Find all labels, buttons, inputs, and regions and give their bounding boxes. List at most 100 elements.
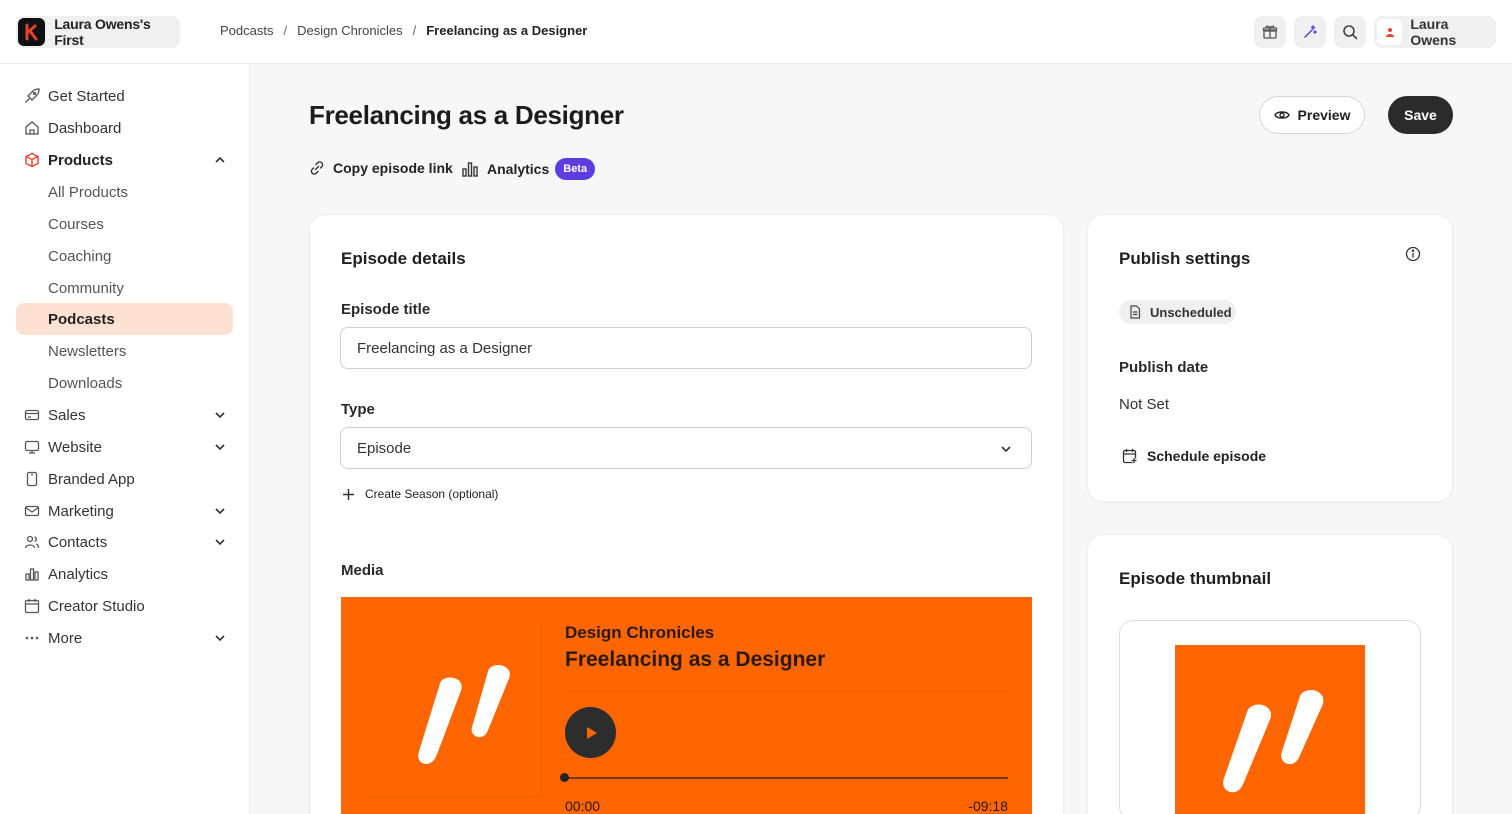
sidebar: Get Started Dashboard Products All Produ… [0, 64, 250, 814]
sidebar-item-podcasts[interactable]: Podcasts [16, 303, 233, 335]
breadcrumb-current: Freelancing as a Designer [426, 23, 588, 38]
chevron-down-icon [215, 635, 225, 642]
sidebar-item-marketing[interactable]: Marketing [16, 495, 233, 527]
dots-icon [24, 630, 40, 646]
magic-wand-icon[interactable] [1294, 16, 1326, 48]
gift-icon[interactable] [1254, 16, 1286, 48]
sidebar-item-website[interactable]: Website [16, 431, 233, 463]
breadcrumb-show[interactable]: Design Chronicles [297, 23, 403, 38]
sidebar-item-label: Creator Studio [48, 597, 145, 615]
create-season-label: Create Season (optional) [365, 487, 499, 501]
sidebar-item-label: More [48, 629, 83, 647]
create-season-button[interactable]: Create Season (optional) [342, 487, 498, 501]
play-button[interactable] [565, 707, 616, 758]
breadcrumb-separator: / [283, 23, 288, 38]
sidebar-item-label: Courses [48, 215, 104, 233]
bar-chart-icon [462, 162, 478, 177]
save-button[interactable]: Save [1388, 96, 1453, 134]
sidebar-item-label: Contacts [48, 533, 108, 551]
status-badge: Unscheduled [1119, 300, 1236, 324]
sidebar-item-label: Dashboard [48, 119, 122, 137]
type-label: Type [341, 401, 375, 418]
top-bar: Laura Owens's First Podcasts / Design Ch… [0, 0, 1512, 64]
sidebar-item-label: Branded App [48, 470, 135, 488]
sidebar-item-label: All Products [48, 183, 129, 201]
document-icon [1130, 305, 1141, 319]
sidebar-item-newsletters[interactable]: Newsletters [16, 335, 233, 367]
publish-date-label: Publish date [1119, 359, 1209, 376]
info-icon[interactable] [1405, 246, 1421, 262]
status-badge-label: Unscheduled [1150, 304, 1232, 320]
sidebar-item-label: Community [48, 279, 124, 297]
media-label: Media [341, 562, 384, 579]
sidebar-item-all-products[interactable]: All Products [16, 176, 233, 208]
sidebar-item-downloads[interactable]: Downloads [16, 367, 233, 399]
user-menu[interactable]: Laura Owens [1374, 16, 1496, 48]
top-actions: Laura Owens [1254, 16, 1496, 48]
copy-episode-link[interactable]: Copy episode link [309, 160, 453, 176]
sidebar-item-label: Products [48, 151, 114, 169]
sidebar-item-get-started[interactable]: Get Started [16, 80, 233, 112]
sidebar-item-label: Marketing [48, 502, 114, 520]
link-icon [310, 161, 324, 175]
user-name: Laura Owens [1410, 16, 1457, 48]
type-select[interactable]: Episode [340, 427, 1032, 469]
episode-title-label: Episode title [341, 301, 431, 318]
sidebar-item-contacts[interactable]: Contacts [16, 526, 233, 558]
calendar-plus-icon [1122, 449, 1137, 464]
phone-icon [24, 471, 40, 487]
analytics-label: Analytics [487, 161, 550, 177]
sidebar-item-label: Coaching [48, 247, 112, 265]
breadcrumb-separator: / [412, 23, 417, 38]
sidebar-item-products[interactable]: Products [16, 144, 233, 176]
schedule-episode-button[interactable]: Schedule episode [1122, 448, 1266, 464]
preview-button[interactable]: Preview [1259, 96, 1365, 134]
audio-player: Design Chronicles Freelancing as a Desig… [341, 597, 1032, 814]
thumbnail-image [1175, 645, 1365, 814]
podcast-logo-icon [418, 665, 510, 764]
sidebar-item-more[interactable]: More [16, 622, 233, 654]
sidebar-item-analytics[interactable]: Analytics [16, 558, 233, 590]
preview-label: Preview [1297, 107, 1351, 123]
podcast-logo-icon [1223, 690, 1324, 793]
workspace-switcher[interactable]: Laura Owens's First [16, 16, 180, 48]
eye-icon [1273, 111, 1290, 119]
copy-link-label: Copy episode link [333, 160, 453, 176]
publish-date-value: Not Set [1119, 396, 1170, 413]
card-icon [24, 407, 40, 423]
episode-thumbnail-title: Episode thumbnail [1119, 569, 1272, 588]
publish-settings-title: Publish settings [1119, 249, 1251, 268]
mail-icon [24, 503, 40, 519]
episode-title-input[interactable]: Freelancing as a Designer [340, 327, 1032, 369]
sidebar-item-sales[interactable]: Sales [16, 399, 233, 431]
sidebar-item-label: Website [48, 438, 102, 456]
breadcrumb: Podcasts / Design Chronicles / Freelanci… [220, 23, 587, 38]
sidebar-item-branded-app[interactable]: Branded App [16, 463, 233, 495]
type-select-value: Episode [357, 439, 412, 457]
time-remaining: -09:18 [968, 798, 1008, 814]
sidebar-item-label: Get Started [48, 87, 125, 105]
sidebar-item-label: Analytics [48, 565, 109, 583]
breadcrumb-podcasts[interactable]: Podcasts [220, 23, 273, 38]
rocket-icon [24, 88, 40, 104]
play-icon [586, 726, 597, 739]
time-elapsed: 00:00 [565, 798, 601, 814]
sidebar-item-coaching[interactable]: Coaching [16, 240, 233, 272]
progress-handle[interactable] [560, 773, 569, 782]
player-divider [565, 691, 1008, 692]
sidebar-item-creator-studio[interactable]: Creator Studio [16, 590, 233, 622]
analytics-link[interactable]: Analytics Beta [461, 158, 596, 180]
brand-logo-icon [18, 18, 46, 46]
monitor-icon [24, 439, 40, 455]
sidebar-item-label: Podcasts [48, 310, 115, 328]
sidebar-item-dashboard[interactable]: Dashboard [16, 112, 233, 144]
chevron-down-icon [215, 539, 225, 546]
sidebar-item-community[interactable]: Community [16, 272, 233, 304]
beta-badge: Beta [555, 158, 596, 180]
episode-details-title: Episode details [341, 249, 466, 268]
search-icon[interactable] [1334, 16, 1366, 48]
sidebar-item-courses[interactable]: Courses [16, 208, 233, 240]
chevron-up-icon [215, 156, 225, 163]
progress-track[interactable] [565, 777, 1008, 779]
home-icon [24, 120, 40, 136]
